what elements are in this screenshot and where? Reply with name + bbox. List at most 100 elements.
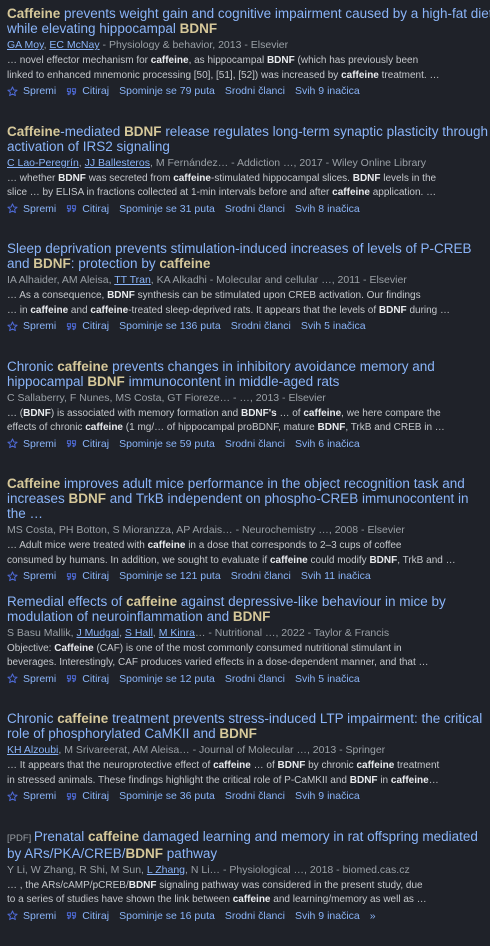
title-line: Chronic caffeine prevents changes in inh…	[7, 359, 490, 374]
star-icon	[7, 438, 18, 449]
result-title-link[interactable]: Caffeine improves adult mice performance…	[7, 476, 490, 521]
text-segment: , TrkB and CREB in …	[345, 422, 444, 433]
title-line: Remedial effects of caffeine against dep…	[7, 594, 490, 609]
related-articles-link[interactable]: Srodni članci	[231, 569, 291, 583]
author-link[interactable]: S Hall	[125, 627, 153, 639]
related-articles-link[interactable]: Srodni članci	[225, 202, 285, 216]
highlight-term: caffeine	[213, 760, 251, 771]
cited-by-link[interactable]: Spominje se 36 puta	[119, 789, 215, 803]
cite-label: Citiraj	[82, 202, 109, 216]
cited-by-link[interactable]: Spominje se 16 puta	[119, 909, 215, 923]
cited-by-link[interactable]: Spominje se 12 puta	[119, 672, 215, 686]
cited-by-link[interactable]: Spominje se 79 puta	[119, 84, 215, 98]
related-articles-link[interactable]: Srodni članci	[225, 84, 285, 98]
cited-by-link[interactable]: Spominje se 121 puta	[119, 569, 221, 583]
author-link[interactable]: JJ Ballesteros	[85, 157, 150, 169]
text-segment: … of	[277, 408, 304, 419]
quote-icon	[66, 673, 77, 684]
cite-button[interactable]: Citiraj	[66, 909, 109, 923]
all-versions-link[interactable]: Svih 5 inačica	[301, 319, 366, 333]
result-authors: Y Li, W Zhang, R Shi, M Sun, L Zhang, N …	[7, 863, 490, 877]
cite-button[interactable]: Citiraj	[66, 202, 109, 216]
result-title-link[interactable]: [PDF] Prenatal caffeine damaged learning…	[7, 829, 490, 861]
highlight-term: Caffeine	[7, 124, 60, 139]
quote-icon	[66, 910, 77, 921]
author-link[interactable]: C Lao-Peregrín	[7, 157, 79, 169]
highlight-term: caffeine	[391, 775, 429, 786]
author-link[interactable]: KH Alzoubi	[7, 744, 58, 756]
related-articles-link[interactable]: Srodni članci	[231, 319, 291, 333]
all-versions-link[interactable]: Svih 5 inačica	[295, 672, 360, 686]
author-link[interactable]: GA Moy	[7, 39, 44, 51]
result-title-link[interactable]: Chronic caffeine treatment prevents stre…	[7, 711, 490, 741]
text-segment: IA Alhaider, AM Aleisa,	[7, 274, 114, 286]
title-line: the …	[7, 506, 490, 521]
cited-by-link[interactable]: Spominje se 136 puta	[119, 319, 221, 333]
highlight-term: BDNF	[219, 726, 257, 741]
title-line: and BDNF: protection by caffeine	[7, 256, 490, 271]
result-title-link[interactable]: Caffeine prevents weight gain and cognit…	[7, 6, 490, 36]
highlight-term: caffeine	[341, 70, 379, 81]
highlight-term: caffeine	[90, 305, 128, 316]
text-segment: … (	[7, 408, 23, 419]
author-link[interactable]: J Mudgal	[76, 627, 119, 639]
all-versions-link[interactable]: Svih 8 inačica	[295, 202, 360, 216]
highlight-term: caffeine	[233, 894, 271, 905]
text-segment: application. …	[370, 187, 436, 198]
author-link[interactable]: M Kinra	[159, 627, 195, 639]
all-versions-link[interactable]: Svih 9 inačica	[295, 909, 360, 923]
author-link[interactable]: TT Tran	[114, 274, 151, 286]
title-line: role of phosphorylated CaMKII and BDNF	[7, 726, 490, 741]
text-segment: Chronic	[7, 711, 57, 726]
text-segment: … It appears that the neuroprotective ef…	[7, 760, 213, 771]
cited-by-link[interactable]: Spominje se 31 puta	[119, 202, 215, 216]
author-link[interactable]: EC McNay	[49, 39, 99, 51]
highlight-term: caffeine	[151, 55, 189, 66]
result-title-link[interactable]: Chronic caffeine prevents changes in inh…	[7, 359, 490, 389]
text-segment: hippocampal	[7, 374, 87, 389]
result-title-link[interactable]: Caffeine-mediated BDNF release regulates…	[7, 124, 490, 154]
save-button[interactable]: Spremi	[7, 84, 56, 98]
text-segment: , N Li… - Physiological …, 2018 - biomed…	[185, 864, 410, 876]
save-label: Spremi	[23, 84, 56, 98]
result-title-link[interactable]: Remedial effects of caffeine against dep…	[7, 594, 490, 624]
snippet-line: … Adult mice were treated with caffeine …	[7, 539, 490, 554]
cite-button[interactable]: Citiraj	[66, 437, 109, 451]
highlight-term: caffeine	[173, 173, 211, 184]
save-button[interactable]: Spremi	[7, 909, 56, 923]
save-button[interactable]: Spremi	[7, 789, 56, 803]
all-versions-link[interactable]: Svih 11 inačica	[301, 569, 371, 583]
save-button[interactable]: Spremi	[7, 672, 56, 686]
save-button[interactable]: Spremi	[7, 569, 56, 583]
text-segment: in	[378, 775, 391, 786]
result-title-link[interactable]: Sleep deprivation prevents stimulation-i…	[7, 241, 490, 271]
cited-by-link[interactable]: Spominje se 59 puta	[119, 437, 215, 451]
related-articles-link[interactable]: Srodni članci	[225, 789, 285, 803]
save-button[interactable]: Spremi	[7, 319, 56, 333]
cite-button[interactable]: Citiraj	[66, 569, 109, 583]
result-snippet: … novel effector mechanism for caffeine,…	[7, 54, 490, 83]
all-versions-link[interactable]: Svih 9 inačica	[295, 84, 360, 98]
related-articles-link[interactable]: Srodni članci	[225, 437, 285, 451]
highlight-term: BDNF	[318, 422, 346, 433]
cite-button[interactable]: Citiraj	[66, 84, 109, 98]
all-versions-link[interactable]: Svih 9 inačica	[295, 789, 360, 803]
title-line: Chronic caffeine treatment prevents stre…	[7, 711, 490, 726]
result-item: Remedial effects of caffeine against dep…	[7, 594, 490, 712]
more-chevron-icon[interactable]: »	[370, 909, 376, 923]
all-versions-link[interactable]: Svih 6 inačica	[295, 437, 360, 451]
highlight-term: caffeine	[88, 829, 139, 844]
result-item: Caffeine-mediated BDNF release regulates…	[7, 124, 490, 242]
cite-button[interactable]: Citiraj	[66, 672, 109, 686]
related-articles-link[interactable]: Srodni članci	[225, 672, 285, 686]
cite-button[interactable]: Citiraj	[66, 789, 109, 803]
author-link[interactable]: L Zhang	[147, 864, 185, 876]
cite-button[interactable]: Citiraj	[66, 319, 109, 333]
snippet-line: Objective: Caffeine (CAF) is one of the …	[7, 642, 490, 657]
save-button[interactable]: Spremi	[7, 202, 56, 216]
highlight-term: BDNF	[33, 256, 71, 271]
cite-label: Citiraj	[82, 672, 109, 686]
snippet-line: … (BDNF) is associated with memory forma…	[7, 407, 490, 422]
save-button[interactable]: Spremi	[7, 437, 56, 451]
related-articles-link[interactable]: Srodni članci	[225, 909, 285, 923]
